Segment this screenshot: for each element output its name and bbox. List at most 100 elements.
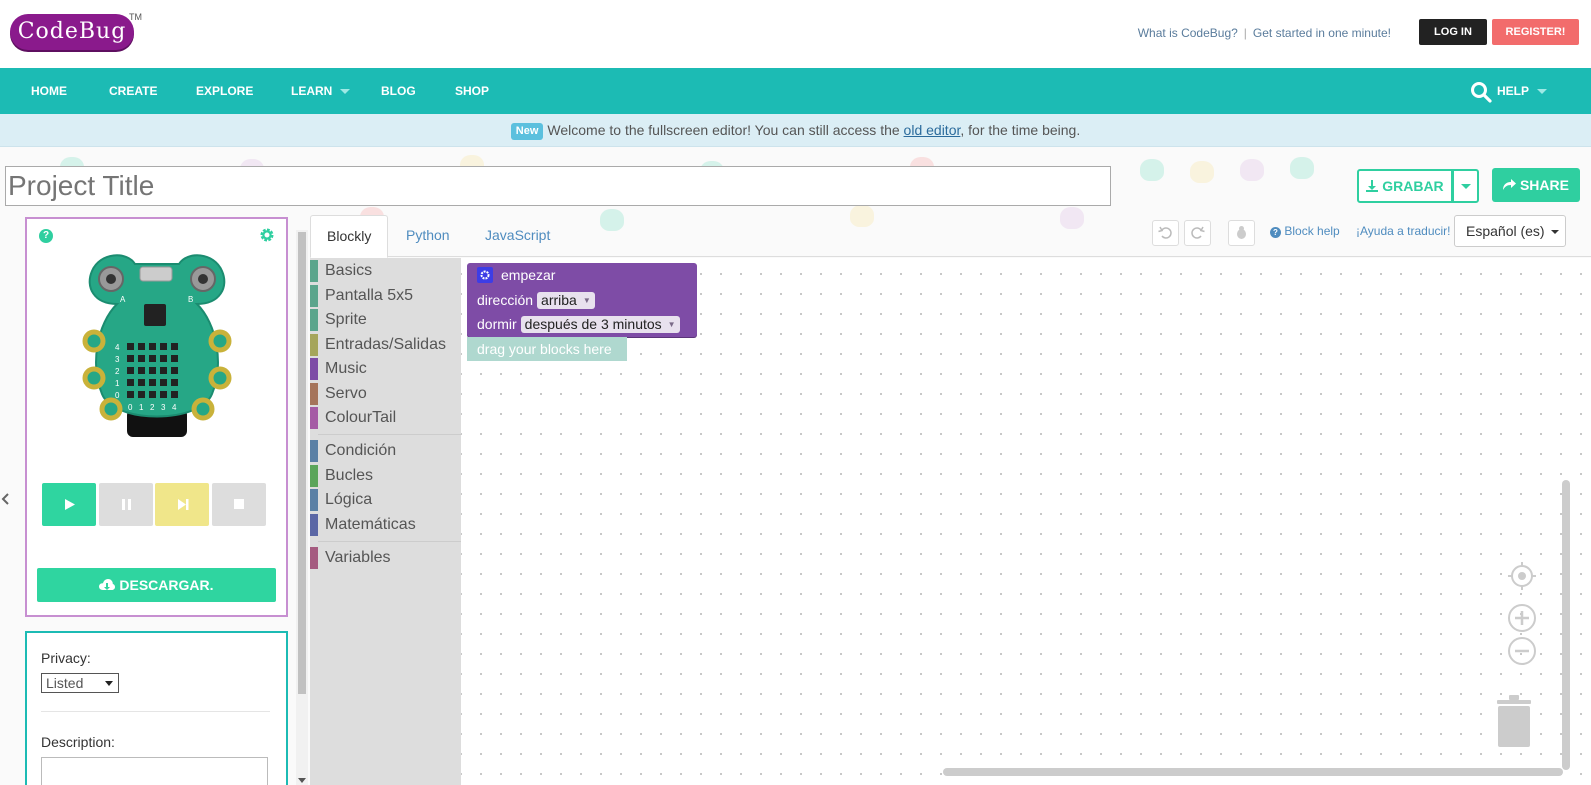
nav-help-label: HELP xyxy=(1497,84,1530,98)
dropdown-arrow-icon: ▼ xyxy=(582,296,591,305)
nav-home[interactable]: HOME xyxy=(31,68,67,114)
nav-learn-label: LEARN xyxy=(291,84,333,98)
row-label: 3 xyxy=(115,355,120,364)
register-button[interactable]: REGISTER! xyxy=(1492,19,1579,45)
codebug-logo[interactable]: CodeBug xyxy=(10,14,134,50)
zoom-in-icon[interactable] xyxy=(1507,603,1537,633)
step-button[interactable] xyxy=(155,483,209,526)
toolbox-category-variables[interactable]: Variables xyxy=(310,546,461,569)
tab-blockly[interactable]: Blockly xyxy=(310,215,389,258)
category-swatch xyxy=(310,489,318,511)
trash-icon[interactable] xyxy=(1494,692,1534,748)
workspace-horizontal-scrollbar[interactable] xyxy=(943,768,1563,776)
link-separator: | xyxy=(1243,26,1247,40)
simulator-panel: ? A B 4 3 2 1 0 0 1 2 3 4 DESCARGAR. xyxy=(25,217,288,617)
gear-icon[interactable] xyxy=(477,267,493,283)
row-label: 1 xyxy=(115,379,120,388)
blockly-workspace[interactable] xyxy=(461,258,1591,785)
gear-icon[interactable] xyxy=(259,227,275,243)
stop-button[interactable] xyxy=(212,483,266,526)
share-button[interactable]: SHARE xyxy=(1492,168,1580,202)
toolbox-category-entradas[interactable]: Entradas/Salidas xyxy=(310,333,461,356)
nav-blog[interactable]: BLOG xyxy=(381,68,416,114)
top-links: What is CodeBug? | Get started in one minu… xyxy=(1138,26,1391,40)
direction-dropdown[interactable]: arriba ▼ xyxy=(537,292,595,309)
tab-javascript[interactable]: JavaScript xyxy=(469,215,566,257)
drag-blocks-slot[interactable]: drag your blocks here xyxy=(467,337,627,361)
project-title-input[interactable] xyxy=(5,166,1111,206)
grabar-dropdown-button[interactable] xyxy=(1453,169,1479,203)
chevron-down-icon xyxy=(340,89,351,95)
search-icon[interactable] xyxy=(1470,81,1492,103)
project-info-panel: Privacy: Listed Description: xyxy=(25,631,288,785)
toolbox-category-logica[interactable]: Lógica xyxy=(310,488,461,511)
top-header: CodeBug TM What is CodeBug? | Get started … xyxy=(0,0,1591,68)
button-a-label: A xyxy=(120,295,126,304)
category-swatch xyxy=(310,407,318,429)
toolbox-separator xyxy=(318,434,461,435)
what-is-codebug-link[interactable]: What is CodeBug? xyxy=(1138,26,1238,40)
start-block-header: empezar xyxy=(477,267,555,283)
undo-button[interactable] xyxy=(1152,220,1179,246)
category-label: Servo xyxy=(325,385,367,402)
block-help-link[interactable]: ? Block help xyxy=(1270,224,1340,238)
category-label: Pantalla 5x5 xyxy=(325,287,414,304)
category-swatch xyxy=(310,260,318,282)
pattern-decoration xyxy=(1290,157,1314,179)
category-label: Sprite xyxy=(325,311,367,328)
nav-shop[interactable]: SHOP xyxy=(455,68,489,114)
toolbox-category-sprite[interactable]: Sprite xyxy=(310,308,461,331)
question-icon[interactable]: ? xyxy=(39,229,53,243)
login-button[interactable]: LOG IN xyxy=(1419,19,1487,45)
category-swatch xyxy=(310,547,318,569)
toolbox-category-condicion[interactable]: Condición xyxy=(310,439,461,462)
grabar-button[interactable]: GRABAR xyxy=(1357,169,1453,203)
workspace-vertical-scrollbar[interactable] xyxy=(1562,480,1570,770)
toolbox-category-servo[interactable]: Servo xyxy=(310,382,461,405)
direction-row: dirección arriba ▼ xyxy=(477,292,595,309)
redo-button[interactable] xyxy=(1184,220,1211,246)
sleep-label: dormir xyxy=(477,316,517,332)
download-icon xyxy=(1366,180,1379,192)
privacy-select[interactable]: Listed xyxy=(41,673,119,693)
zoom-out-icon[interactable] xyxy=(1507,636,1537,666)
question-circle-icon: ? xyxy=(1270,227,1281,238)
start-block[interactable]: empezar dirección arriba ▼ dormir después d… xyxy=(467,263,697,337)
sleep-dropdown[interactable]: después de 3 minutos ▼ xyxy=(520,316,680,333)
download-button[interactable]: DESCARGAR. xyxy=(37,568,276,602)
grabar-label: GRABAR xyxy=(1382,178,1444,194)
language-select[interactable]: Español (es) xyxy=(1454,215,1566,247)
old-editor-link[interactable]: old editor xyxy=(904,122,961,138)
toolbox-category-pantalla[interactable]: Pantalla 5x5 xyxy=(310,284,461,307)
toolbox-category-bucles[interactable]: Bucles xyxy=(310,464,461,487)
toolbox-category-basics[interactable]: Basics xyxy=(310,259,461,282)
scrollbar-thumb[interactable] xyxy=(298,232,306,694)
debug-button[interactable] xyxy=(1228,220,1255,246)
chevron-left-icon[interactable] xyxy=(1,492,11,506)
category-swatch xyxy=(310,465,318,487)
pause-button[interactable] xyxy=(99,483,153,526)
recenter-icon[interactable] xyxy=(1507,561,1537,591)
description-textarea[interactable] xyxy=(41,757,268,785)
toolbox-category-matematicas[interactable]: Matemáticas xyxy=(310,513,461,536)
sleep-value: después de 3 minutos xyxy=(524,316,662,332)
nav-help[interactable]: HELP xyxy=(1497,68,1548,114)
toolbox-category-colourtail[interactable]: ColourTail xyxy=(310,406,461,429)
scroll-down-arrow-icon[interactable] xyxy=(298,778,306,783)
nav-explore[interactable]: EXPLORE xyxy=(196,68,253,114)
toolbox-category-music[interactable]: Music xyxy=(310,357,461,380)
chevron-down-icon xyxy=(1461,184,1471,189)
play-button[interactable] xyxy=(42,483,96,526)
col-label: 0 xyxy=(128,403,133,412)
share-arrow-icon xyxy=(1503,179,1517,190)
help-translate-link[interactable]: ¡Ayuda a traducir! xyxy=(1356,224,1451,238)
description-label: Description: xyxy=(41,734,115,750)
tab-python[interactable]: Python xyxy=(390,215,466,257)
pause-icon xyxy=(122,499,131,510)
category-swatch xyxy=(310,334,318,356)
announcement-banner: New Welcome to the fullscreen editor! You… xyxy=(0,114,1591,147)
panel-scrollbar[interactable] xyxy=(296,230,308,785)
get-started-link[interactable]: Get started in one minute! xyxy=(1253,26,1391,40)
nav-create[interactable]: CREATE xyxy=(109,68,157,114)
nav-learn[interactable]: LEARN xyxy=(291,68,351,114)
